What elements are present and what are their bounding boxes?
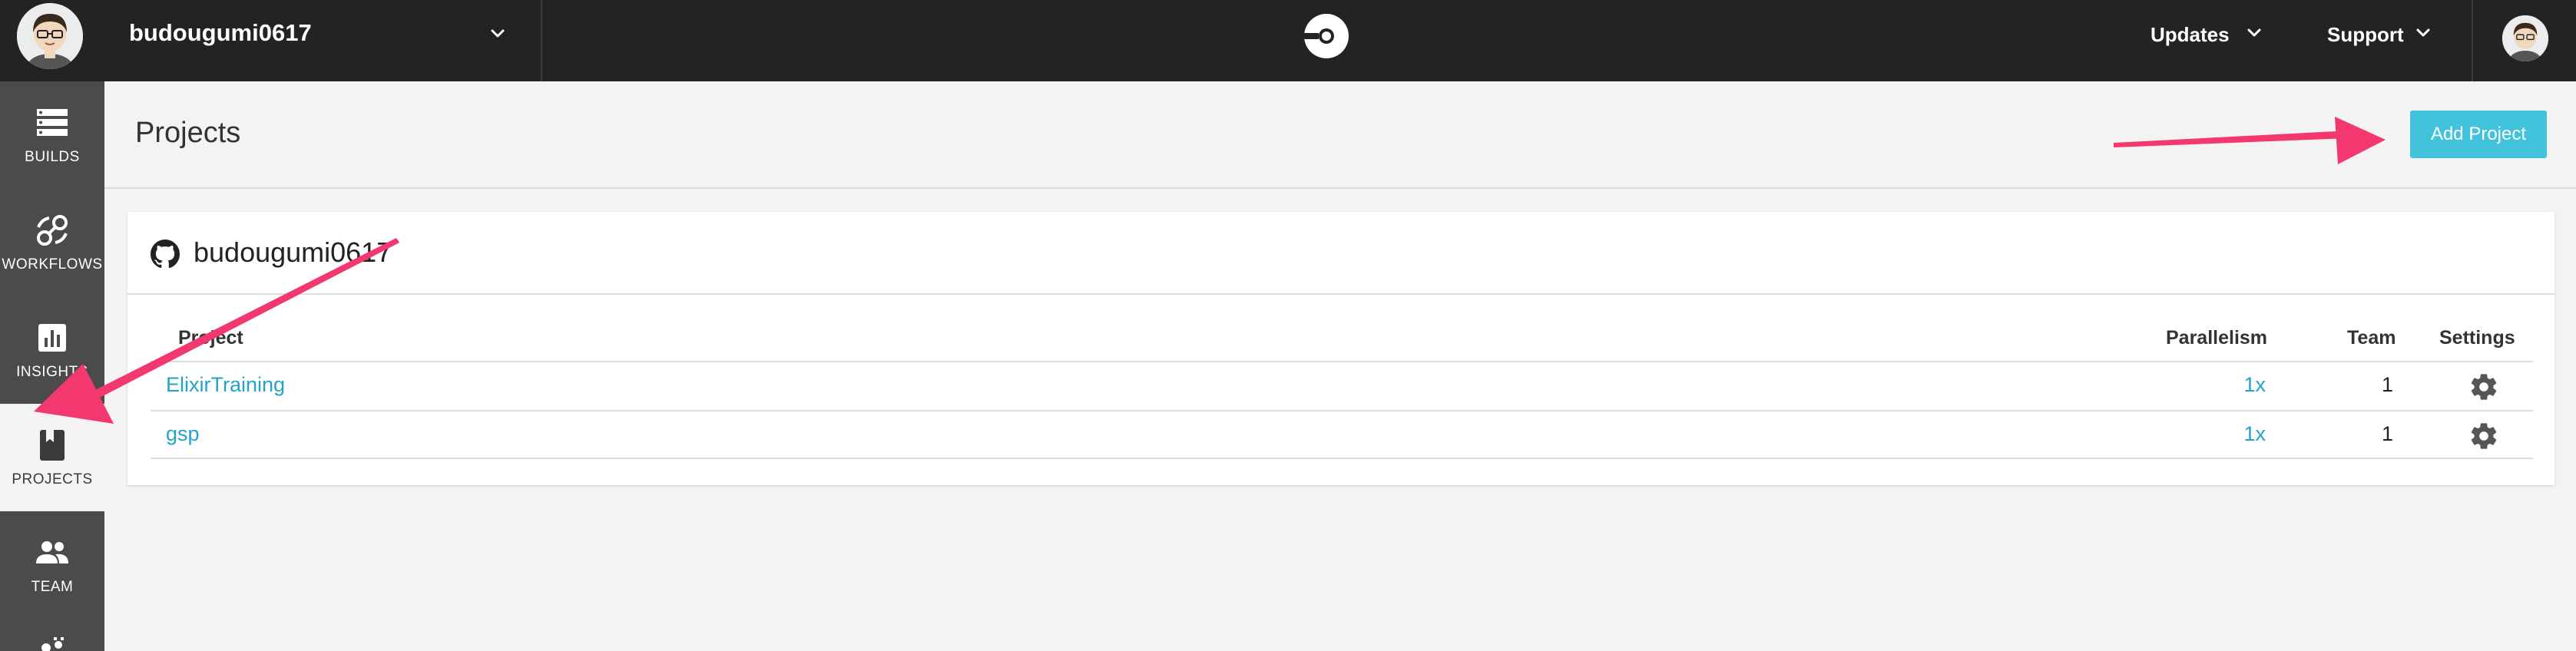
chevron-down-icon (491, 29, 505, 38)
project-link[interactable]: ElixirTraining (166, 373, 285, 397)
sidebar-item-insights[interactable]: INSIGHTS (0, 296, 104, 404)
sidebar-item-team[interactable]: TEAM (0, 511, 104, 619)
column-header-team: Team (2347, 327, 2396, 349)
sidebar-item-label: BUILDS (25, 149, 80, 165)
table-row: gsp 1x 1 (151, 410, 2533, 459)
user-avatar[interactable] (2502, 15, 2548, 61)
org-avatar[interactable] (17, 3, 83, 69)
insights-icon (38, 324, 66, 352)
updates-label: Updates (2151, 23, 2230, 46)
project-link[interactable]: gsp (166, 422, 200, 446)
column-header-project: Project (178, 327, 243, 349)
page-title: Projects (135, 117, 241, 149)
team-icon (36, 541, 68, 563)
page-header: Projects (104, 81, 2576, 189)
sidebar-item-label: TEAM (31, 579, 74, 595)
parallelism-link[interactable]: 1x (2189, 422, 2266, 446)
builds-icon (37, 109, 68, 136)
chevron-down-icon (2247, 28, 2261, 37)
sidebar-item-projects[interactable]: PROJECTS (0, 404, 104, 511)
team-count: 1 (2381, 373, 2393, 396)
add-project-button[interactable]: Add Project (2410, 111, 2547, 158)
updates-menu[interactable]: Updates (2151, 0, 2266, 81)
projects-card: budougumi0617 Project Parallelism Team S… (127, 212, 2554, 485)
org-switcher[interactable]: budougumi0617 (104, 0, 542, 81)
support-label: Support (2327, 23, 2404, 46)
sidebar: BUILDS WORKFLOWS INSIGHTS PROJECTS TEAM (0, 81, 104, 651)
sidebar-item-label: INSIGHTS (16, 364, 88, 380)
avatar-face-icon (17, 3, 83, 69)
gear-icon[interactable] (2468, 372, 2499, 402)
chevron-down-icon (2416, 28, 2430, 37)
sidebar-item-workflows[interactable]: WORKFLOWS (0, 189, 104, 296)
github-icon (151, 240, 180, 269)
settings-icon[interactable] (34, 633, 71, 651)
sidebar-item-builds[interactable]: BUILDS (0, 81, 104, 189)
card-header: budougumi0617 (127, 212, 2554, 295)
projects-icon (40, 430, 65, 461)
sidebar-item-label: WORKFLOWS (2, 256, 103, 273)
workflows-icon (37, 215, 68, 246)
circleci-logo-icon[interactable] (1303, 12, 1350, 60)
column-header-parallelism: Parallelism (2166, 327, 2268, 349)
table-row: ElixirTraining 1x 1 (151, 361, 2533, 410)
divider (2472, 0, 2473, 81)
team-count: 1 (2381, 422, 2393, 445)
divider (541, 0, 542, 81)
sidebar-item-label: PROJECTS (12, 471, 93, 487)
parallelism-link[interactable]: 1x (2189, 373, 2266, 397)
gear-icon[interactable] (2468, 421, 2499, 451)
org-name: budougumi0617 (129, 19, 312, 46)
column-header-settings: Settings (2439, 327, 2515, 349)
avatar-face-icon (2502, 15, 2548, 61)
org-heading: budougumi0617 (194, 236, 392, 268)
support-menu[interactable]: Support (2327, 0, 2442, 81)
top-bar: budougumi0617 Updates Support (0, 0, 2576, 81)
